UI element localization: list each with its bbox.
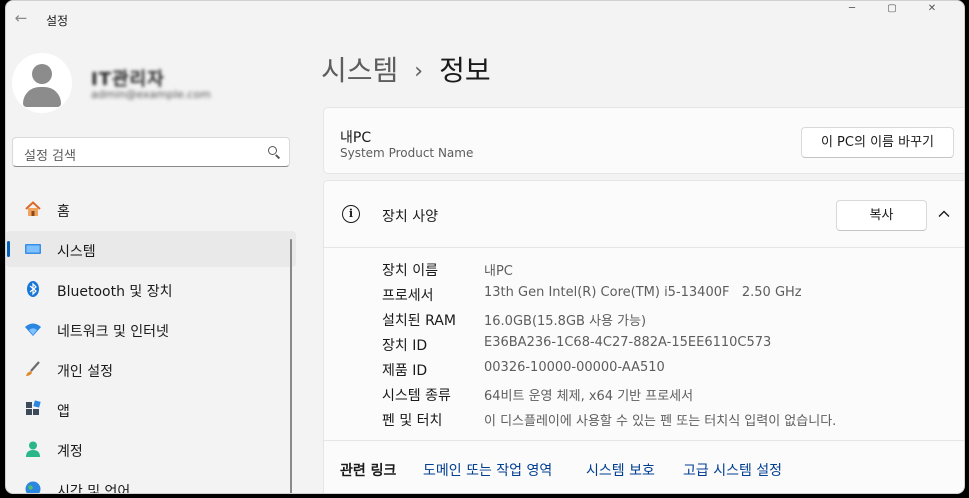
system-monitor-icon xyxy=(25,244,41,254)
spec-value: 이 디스플레이에 사용할 수 있는 펜 또는 터치식 입력이 없습니다. xyxy=(484,414,837,429)
link-system-protection[interactable]: 시스템 보호 xyxy=(586,460,655,480)
main-content: 시스템 › 정보 내PC System Product Name 이 PC의 이름 … xyxy=(306,35,964,493)
user-email: admin@example.com xyxy=(91,88,211,101)
chevron-up-icon[interactable] xyxy=(938,208,950,220)
maximize-icon[interactable]: ▢ xyxy=(872,3,912,17)
spec-key: 제품 ID xyxy=(382,363,428,379)
sidebar-nav: 홈 시스템 Bluetooth 및 장치 네트워크 및 인터넷 개인 설정 앱 … xyxy=(6,191,296,494)
spec-key: 프로세서 xyxy=(382,288,434,304)
info-icon: i xyxy=(342,205,360,223)
back-arrow-icon[interactable]: ← xyxy=(12,9,30,27)
avatar[interactable] xyxy=(12,53,72,113)
search-placeholder: 설정 검색 xyxy=(24,149,76,164)
device-specs-title: 장치 사양 xyxy=(382,209,438,225)
apps-icon xyxy=(26,400,41,415)
brush-icon xyxy=(26,361,40,376)
device-specs-header[interactable]: i 장치 사양 복사 xyxy=(324,181,964,248)
sidebar-item-time-language[interactable]: 시간 및 언어 xyxy=(6,471,296,494)
sidebar: IT관리자 admin@example.com 설정 검색 홈 시스템 Blue… xyxy=(6,35,306,493)
settings-window: ← 설정 ─ ▢ ✕ IT관리자 admin@example.com 설정 검색… xyxy=(5,0,965,494)
related-links: 관련 링크 도메인 또는 작업 영역 시스템 보호 고급 시스템 설정 xyxy=(324,440,964,493)
sidebar-item-label: 계정 xyxy=(57,444,83,460)
sidebar-item-apps[interactable]: 앱 xyxy=(6,391,296,427)
sidebar-item-label: 앱 xyxy=(57,404,70,420)
page-title: 정보 xyxy=(439,54,491,87)
spec-key: 설치된 RAM xyxy=(382,313,456,329)
close-icon[interactable]: ✕ xyxy=(912,3,952,17)
sidebar-item-network[interactable]: 네트워크 및 인터넷 xyxy=(6,311,296,347)
wifi-icon xyxy=(25,323,41,336)
spec-value: E36BA236-1C68-4C27-882A-15EE6110C573 xyxy=(484,335,772,350)
search-input[interactable]: 설정 검색 xyxy=(12,137,290,167)
copy-button[interactable]: 복사 xyxy=(836,200,927,231)
pc-name: 내PC xyxy=(340,130,372,146)
title-bar: ← 설정 ─ ▢ ✕ xyxy=(6,1,964,35)
spec-key: 장치 이름 xyxy=(382,263,438,279)
sidebar-item-label: Bluetooth 및 장치 xyxy=(57,284,173,300)
link-domain-workgroup[interactable]: 도메인 또는 작업 영역 xyxy=(423,460,552,480)
spec-value: 64비트 운영 체제, x64 기반 프로세서 xyxy=(484,389,694,404)
breadcrumb: 시스템 › 정보 xyxy=(321,49,491,89)
spec-key: 장치 ID xyxy=(382,338,428,354)
search-icon[interactable] xyxy=(268,146,277,155)
sidebar-item-label: 네트워크 및 인터넷 xyxy=(57,324,169,340)
globe-icon xyxy=(25,481,41,493)
link-advanced-system-settings[interactable]: 고급 시스템 설정 xyxy=(683,460,782,480)
minimize-icon[interactable]: ─ xyxy=(832,3,872,17)
sidebar-scrollbar[interactable] xyxy=(290,239,292,493)
spec-value: 16.0GB(15.8GB 사용 가능) xyxy=(484,314,647,329)
sidebar-item-personalization[interactable]: 개인 설정 xyxy=(6,351,296,387)
breadcrumb-parent[interactable]: 시스템 xyxy=(321,54,398,87)
spec-value: 내PC xyxy=(484,264,513,279)
sidebar-item-bluetooth[interactable]: Bluetooth 및 장치 xyxy=(6,271,296,307)
spec-value: 13th Gen Intel(R) Core(TM) i5-13400F 2.5… xyxy=(484,285,802,300)
avatar-head-shape xyxy=(32,64,52,84)
spec-key: 시스템 종류 xyxy=(382,388,451,404)
spec-key: 펜 및 터치 xyxy=(382,413,443,429)
rename-pc-button[interactable]: 이 PC의 이름 바꾸기 xyxy=(801,127,954,158)
pc-name-card: 내PC System Product Name 이 PC의 이름 바꾸기 xyxy=(323,107,964,174)
pc-product-name: System Product Name xyxy=(340,146,474,160)
account-icon xyxy=(26,441,40,457)
sidebar-item-label: 시스템 xyxy=(57,244,96,260)
spec-value: 00326-10000-00000-AA510 xyxy=(484,360,665,375)
avatar-body-shape xyxy=(23,87,61,107)
sidebar-item-label: 홈 xyxy=(57,204,70,220)
device-specs-card: i 장치 사양 복사 장치 이름 내PC 프로세서 13th Gen Intel… xyxy=(323,180,964,493)
home-icon xyxy=(25,201,41,216)
sidebar-item-system[interactable]: 시스템 xyxy=(6,231,296,267)
breadcrumb-separator-icon: › xyxy=(414,59,424,84)
related-links-label: 관련 링크 xyxy=(340,463,397,479)
sidebar-item-home[interactable]: 홈 xyxy=(6,191,296,227)
sidebar-item-label: 시간 및 언어 xyxy=(57,484,131,494)
sidebar-item-accounts[interactable]: 계정 xyxy=(6,431,296,467)
sidebar-item-label: 개인 설정 xyxy=(57,364,113,380)
app-title: 설정 xyxy=(46,14,69,28)
bluetooth-icon xyxy=(27,281,39,297)
